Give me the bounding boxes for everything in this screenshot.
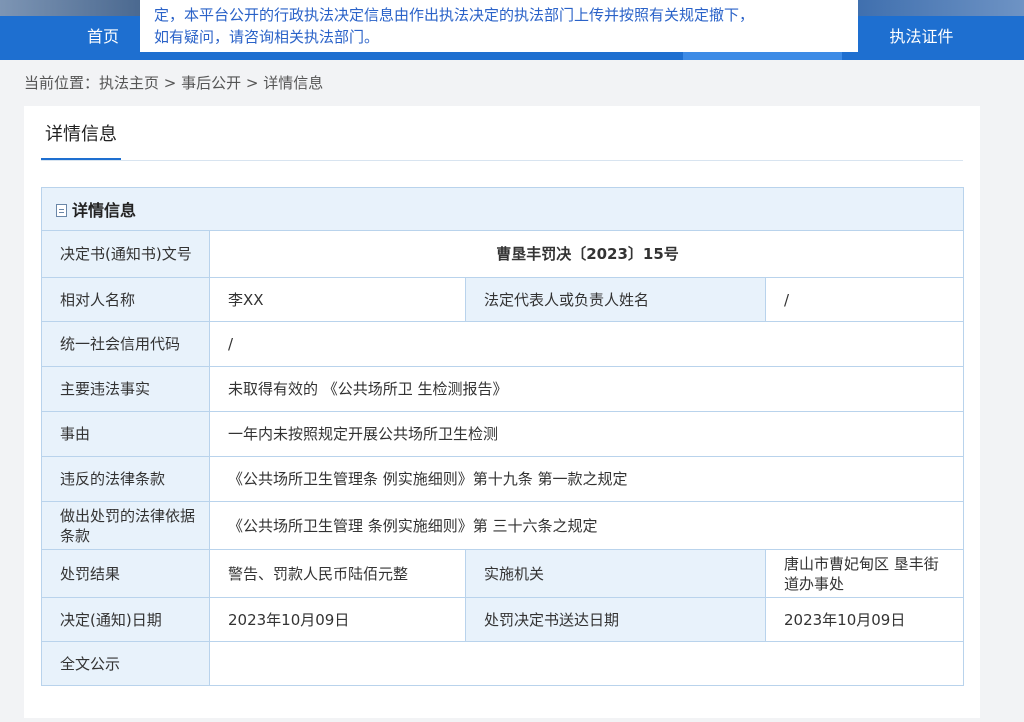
reason-value: 一年内未按照规定开展公共场所卫生检测 [209, 411, 964, 457]
basis-label: 做出处罚的法律依据条款 [41, 501, 210, 550]
banner-image-right [856, 0, 1024, 16]
violated-value: 《公共场所卫生管理条 例实施细则》第十九条 第一款之规定 [209, 456, 964, 502]
result-value: 警告、罚款人民币陆佰元整 [209, 549, 466, 598]
banner-image-left [0, 0, 140, 16]
delivery-date-label: 处罚决定书送达日期 [465, 597, 766, 642]
delivery-date-value: 2023年10月09日 [765, 597, 964, 642]
decision-date-label: 决定(通知)日期 [41, 597, 210, 642]
facts-value: 未取得有效的 《公共场所卫 生检测报告》 [209, 366, 964, 412]
doc-no-label: 决定书(通知书)文号 [41, 230, 210, 278]
notice-popup: 定，本平台公开的行政执法决定信息由作出执法决定的执法部门上传并按照有关规定撤下，… [140, 0, 858, 52]
credit-code-label: 统一社会信用代码 [41, 321, 210, 367]
basis-value: 《公共场所卫生管理 条例实施细则》第 三十六条之规定 [209, 501, 964, 550]
legal-rep-label: 法定代表人或负责人姓名 [465, 277, 766, 322]
detail-section-header: 详情信息 [41, 187, 964, 231]
detail-table: 详情信息 决定书(通知书)文号 曹垦丰罚决〔2023〕15号 相对人名称 李XX… [41, 187, 964, 686]
reason-label: 事由 [41, 411, 210, 457]
party-name-value: 李XX [209, 277, 466, 322]
fulltext-value[interactable] [209, 641, 964, 686]
agency-value: 唐山市曹妃甸区 垦丰街道办事处 [765, 549, 964, 598]
facts-label: 主要违法事实 [41, 366, 210, 412]
result-label: 处罚结果 [41, 549, 210, 598]
fulltext-label: 全文公示 [41, 641, 210, 686]
violated-label: 违反的法律条款 [41, 456, 210, 502]
tab-detail[interactable]: 详情信息 [41, 120, 121, 161]
decision-date-value: 2023年10月09日 [209, 597, 466, 642]
notice-line-2: 如有疑问，请咨询相关执法部门。 [154, 28, 380, 46]
doc-no-value: 曹垦丰罚决〔2023〕15号 [209, 230, 964, 278]
notice-line-1: 定，本平台公开的行政执法决定信息由作出执法决定的执法部门上传并按照有关规定撤下， [154, 6, 755, 24]
agency-label: 实施机关 [465, 549, 766, 598]
legal-rep-value: / [765, 277, 964, 322]
nav-credentials[interactable]: 执法证件 [842, 16, 1001, 60]
document-icon [56, 204, 67, 217]
party-name-label: 相对人名称 [41, 277, 210, 322]
credit-code-value: / [209, 321, 964, 367]
detail-section-title: 详情信息 [72, 201, 137, 220]
breadcrumb: 当前位置：执法主页 > 事后公开 > 详情信息 [24, 74, 324, 92]
tab-divider [41, 160, 963, 161]
